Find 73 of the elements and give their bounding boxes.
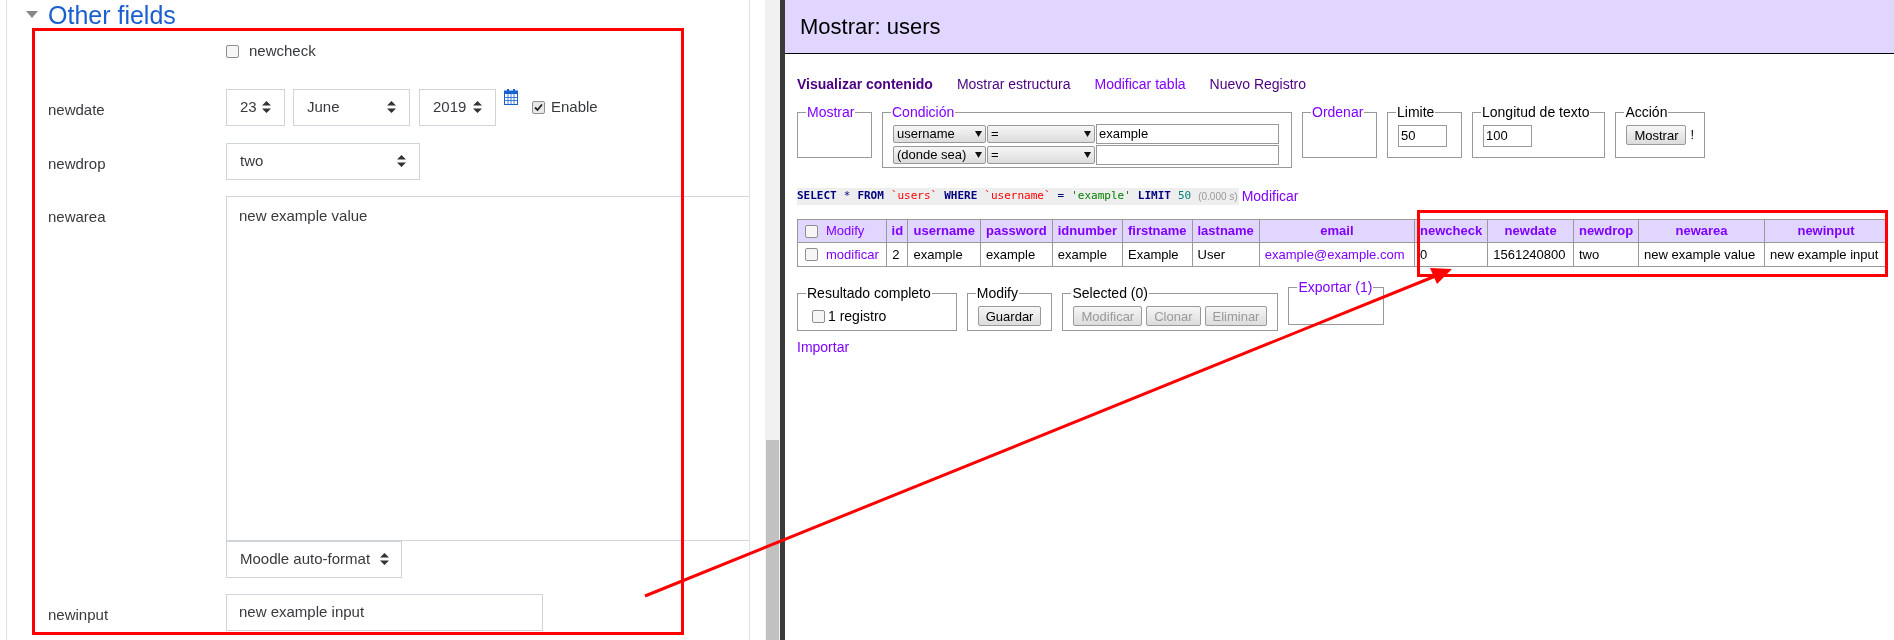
column-select[interactable]: (donde sea) [893,146,986,164]
sort-arrows-icon [380,553,390,565]
page-title: Mostrar: users [800,13,941,41]
table-cell: example [1057,246,1107,262]
year-select[interactable]: 2019 [419,88,496,126]
value-input[interactable]: example [1096,124,1279,144]
table-cell: example [986,246,1036,262]
table-cell: 1561240800 [1493,246,1566,262]
legend-label: Acción [1625,104,1668,120]
sort-arrows-icon [473,101,482,113]
value-input[interactable] [1096,145,1279,165]
collapse-icon[interactable] [26,11,38,19]
text-input[interactable]: new example input [226,593,543,631]
table-cell: User [1197,246,1225,262]
row-checkbox[interactable] [805,248,818,261]
sort-arrows-icon [397,155,406,167]
table-cell: 2 [892,246,900,262]
table-cell: 0 [1419,246,1428,262]
legend-link[interactable]: Ordenar [1312,104,1364,120]
action-button[interactable]: Guardar [977,306,1042,326]
import-link[interactable]: Importar [797,337,850,358]
warning-mark: ! [1690,126,1695,145]
legend-label: Longitud de texto [1482,104,1590,120]
number-input[interactable]: 50 [1398,125,1447,147]
enable-label: Enable [551,96,598,117]
operator-select[interactable]: = [987,125,1095,143]
checkbox[interactable] [812,310,825,323]
column-select[interactable]: username [893,125,986,143]
sql-query: SELECT * FROM `users` WHERE `username` = 'example' LIMIT 50 (0.000 s) [797,188,1239,205]
number-input[interactable]: 100 [1483,125,1532,147]
nav-link[interactable]: Mostrar estructura [956,74,1071,95]
legend-label: Resultado completo [807,285,931,301]
dropdown-arrow-icon [1084,131,1091,137]
field-label: newinput [48,605,109,623]
column-header[interactable]: email [1320,223,1354,239]
legend-label: Selected (0) [1072,285,1148,301]
table-cell: example [913,246,963,262]
dropdown-arrow-icon [975,152,982,158]
nav-link[interactable]: Modificar tabla [1094,74,1186,95]
dropdown[interactable]: two [226,142,420,180]
legend-link[interactable]: Condición [892,104,955,120]
dropdown-arrow-icon [975,131,982,137]
operator-select[interactable]: = [987,146,1095,164]
nav-link[interactable]: Visualizar contenido [797,74,933,95]
show-button[interactable]: Mostrar [1626,125,1687,145]
edit-query-link[interactable]: Modificar [1241,186,1299,207]
select-all-checkbox[interactable] [805,224,818,238]
table-cell: two [1579,246,1600,262]
day-select[interactable]: 23 [226,88,285,126]
table-cell: new example value [1644,246,1756,262]
dropdown-arrow-icon [1084,152,1091,158]
field-label: newarea [48,207,106,225]
sort-arrows-icon [387,101,396,113]
enable-checkbox[interactable] [532,100,545,114]
checkbox-label: 1 registro [828,307,887,326]
field-label: newdate [48,100,105,118]
month-select[interactable]: June [293,88,410,126]
legend-link[interactable]: Mostrar [807,104,855,120]
calendar-icon[interactable] [504,88,518,105]
nav-link[interactable]: Nuevo Registro [1209,74,1307,95]
sort-arrows-icon [262,101,271,113]
checkbox-label: newcheck [249,41,316,61]
scrollbar[interactable] [765,0,780,640]
text-area[interactable]: new example value [226,195,749,541]
legend-label: Modify [976,285,1018,301]
legend-label: Limite [1397,104,1435,120]
format-select[interactable]: Moodle auto-format [226,540,402,578]
checkbox[interactable] [226,44,239,58]
query-time: (0.000 s) [1198,190,1238,204]
section-title[interactable]: Other fields [48,2,176,28]
field-label: newdrop [48,154,106,172]
table-cell: new example input [1769,246,1879,262]
table-cell: Example [1128,246,1179,262]
